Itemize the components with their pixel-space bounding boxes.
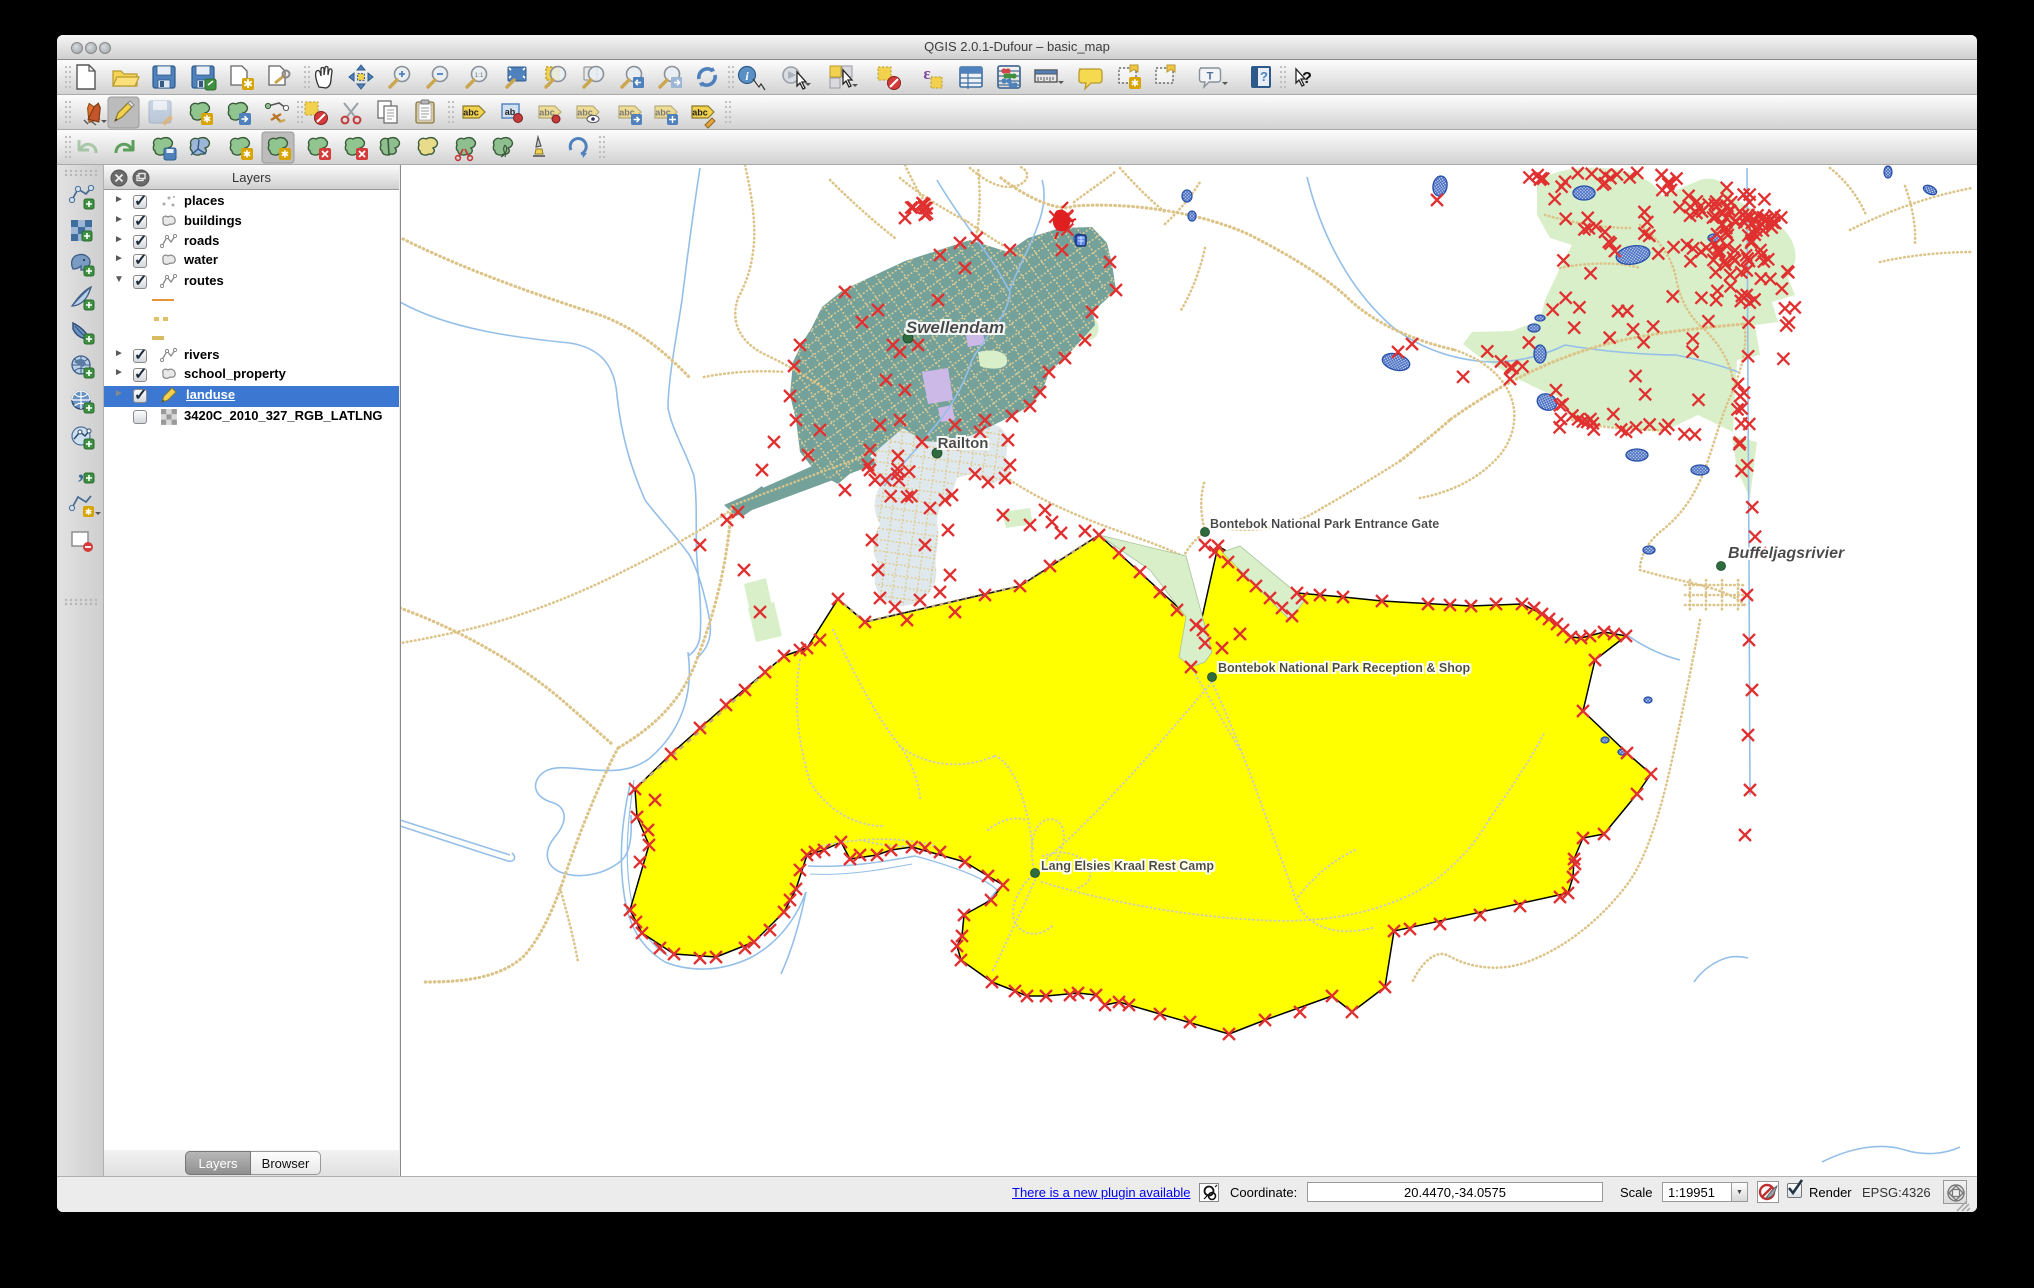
svg-text:ε: ε	[923, 64, 930, 83]
svg-text:abc: abc	[692, 108, 708, 118]
svg-text:✱: ✱	[243, 150, 251, 161]
svg-text:Railton: Railton	[938, 435, 989, 452]
svg-text:Bontebok National Park Entranc: Bontebok National Park Entrance Gate	[1210, 517, 1439, 531]
svg-text:abc: abc	[463, 108, 479, 118]
svg-text:✱: ✱	[281, 150, 289, 161]
svg-text:,: ,	[78, 458, 84, 484]
svg-text:?: ?	[1260, 69, 1268, 84]
svg-text:Lang Elsies Kraal Rest Camp: Lang Elsies Kraal Rest Camp	[1041, 859, 1214, 873]
svg-text:?: ?	[1302, 70, 1312, 87]
svg-text:✱: ✱	[85, 507, 93, 517]
svg-text:Bontebok National Park Recepti: Bontebok National Park Reception & Shop	[1218, 661, 1470, 675]
svg-text:Swellendam: Swellendam	[906, 318, 1004, 337]
svg-text:✱: ✱	[203, 115, 211, 126]
svg-text:abc: abc	[539, 108, 555, 118]
svg-text:✱: ✱	[243, 77, 253, 91]
svg-text:1:1: 1:1	[474, 72, 483, 79]
svg-text:Buffeljagsrivier: Buffeljagsrivier	[1728, 545, 1845, 562]
svg-text:T: T	[1207, 71, 1214, 83]
svg-text:✱: ✱	[1131, 79, 1139, 90]
